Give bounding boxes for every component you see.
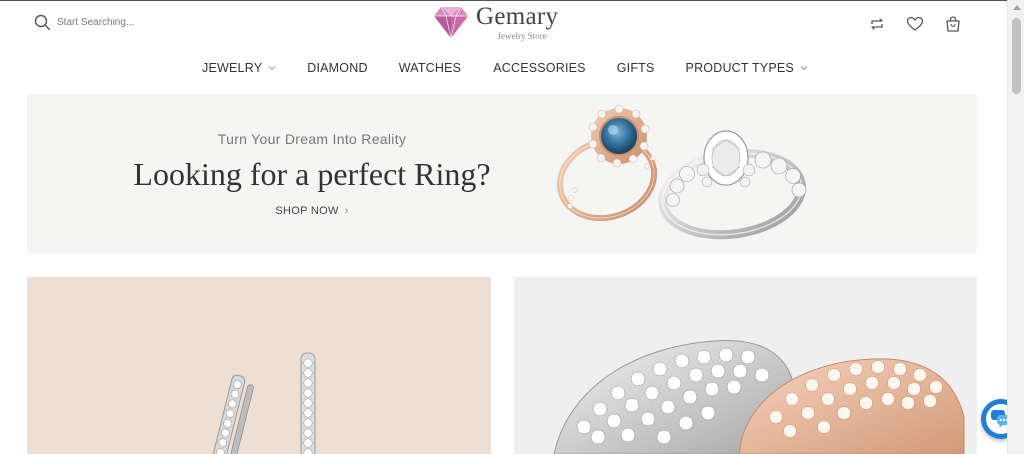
search-input[interactable] — [57, 17, 197, 28]
chevron-down-icon — [800, 66, 808, 71]
hero-subtitle: Turn Your Dream Into Reality — [217, 131, 407, 147]
site-logo[interactable]: Gemary Jewelry Store — [432, 4, 558, 45]
earrings-banner[interactable] — [27, 277, 491, 454]
nav-item-label: GIFTS — [616, 61, 655, 75]
page-scrollbar[interactable] — [1007, 0, 1024, 454]
nav-item-watches[interactable]: WATCHES — [399, 61, 462, 75]
nav-item-gifts[interactable]: GIFTS — [617, 61, 655, 75]
nav-item-jewelry[interactable]: JEWELRY — [202, 61, 276, 75]
nav-item-accessories[interactable]: ACCESSORIES — [493, 61, 586, 75]
nav-item-label: JEWELRY — [202, 61, 263, 75]
wishlist-heart-icon[interactable] — [906, 15, 924, 33]
logo-tagline: Jewelry Store — [497, 31, 547, 41]
hero-banner: Turn Your Dream Into Reality Looking for… — [27, 94, 977, 254]
nav-item-label: DIAMOND — [307, 61, 368, 75]
main-nav: JEWELRY DIAMOND WATCHES ACCESSORIES GIFT… — [0, 61, 1006, 75]
nav-item-label: PRODUCT TYPES — [685, 61, 794, 75]
pave-rings-image — [553, 339, 965, 454]
search-icon[interactable] — [34, 14, 51, 31]
pave-rings-banner[interactable] — [514, 277, 977, 454]
shop-now-label: SHOP NOW — [275, 205, 339, 217]
nav-item-product-types[interactable]: PRODUCT TYPES — [686, 61, 808, 75]
scroll-up-arrow-icon[interactable] — [1013, 5, 1021, 10]
chevron-down-icon — [268, 66, 276, 71]
nav-item-label: WATCHES — [398, 61, 462, 75]
rings-image — [556, 104, 807, 240]
nav-item-label: ACCESSORIES — [493, 61, 586, 75]
chevron-right-icon: › — [344, 205, 349, 217]
search-bar[interactable] — [34, 14, 197, 31]
shopping-bag-icon[interactable] — [944, 15, 962, 33]
top-border — [0, 0, 1024, 1]
header-actions — [868, 15, 962, 33]
hero-title: Looking for a perfect Ring? — [133, 156, 491, 192]
scrollbar-thumb[interactable] — [1012, 18, 1021, 94]
compare-icon[interactable] — [868, 15, 886, 33]
shop-now-link[interactable]: SHOP NOW › — [27, 205, 597, 217]
diamond-logo-icon — [432, 4, 470, 45]
earrings-image — [211, 352, 316, 454]
nav-item-diamond[interactable]: DIAMOND — [307, 61, 367, 75]
logo-name: Gemary — [476, 3, 559, 30]
